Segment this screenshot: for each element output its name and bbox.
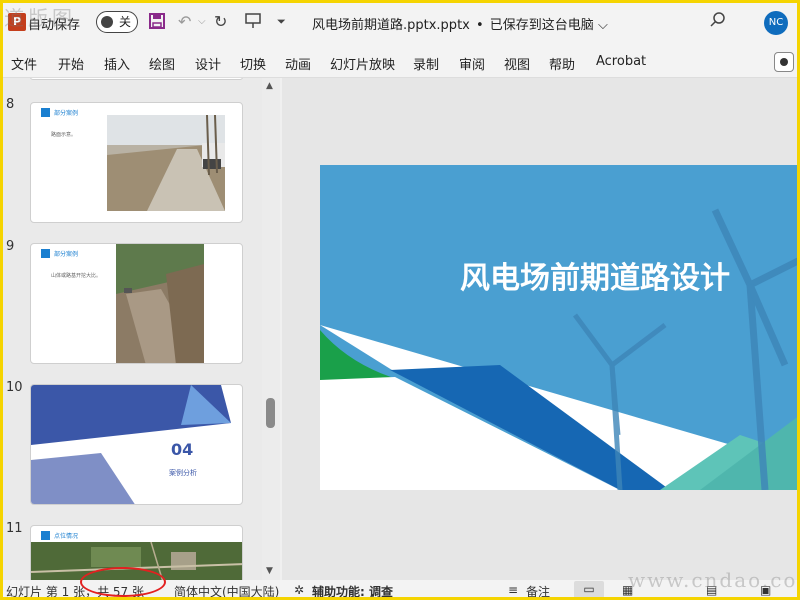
thumbnail-photo-slope <box>116 244 204 363</box>
document-title: 风电场前期道路.pptx.pptx <box>312 18 470 33</box>
thumbnail-section-graphic <box>31 385 231 504</box>
slide-number: 9 <box>6 239 15 254</box>
chevron-down-icon: ⌵ <box>593 18 608 33</box>
tab-record[interactable]: 录制 <box>413 54 439 73</box>
slide-number: 10 <box>6 380 23 395</box>
present-icon[interactable] <box>244 12 262 35</box>
save-icon[interactable] <box>148 12 166 35</box>
undo-dropdown-icon[interactable]: ⌵ <box>198 12 206 32</box>
section-subtitle: 案例分析 <box>169 469 197 477</box>
ribbon-tabs: 文件 开始 插入 绘图 设计 切换 动画 幻灯片放映 录制 审阅 视图 帮助 A… <box>0 46 800 78</box>
notes-button[interactable]: 备注 <box>526 583 550 600</box>
watermark-bottom: www.cndao.com <box>628 568 800 592</box>
tab-design[interactable]: 设计 <box>195 54 221 73</box>
language-indicator[interactable]: 简体中文(中国大陆) <box>174 583 279 600</box>
tab-acrobat[interactable]: Acrobat <box>596 54 646 69</box>
slide-title[interactable]: 风电场前期道路设计 <box>460 253 730 297</box>
thumbnail-section-label: 部分案例 <box>54 110 79 117</box>
thumbnail-photo-road <box>107 115 225 211</box>
title-bar: P 自动保存 关 ↶ ⌵ ↻ ⏷ 风电场前期道路.pptx.pptx • 已保存… <box>0 0 800 46</box>
thumbnail-text: 山体或路基开挖大比。 <box>51 273 102 279</box>
normal-view-icon[interactable]: ▭ <box>574 581 604 599</box>
slide-thumbnail-pane[interactable]: 8 部分案例 路面示意。 9 部分案例 山体或路基开挖大比。 10 04 案例分… <box>0 78 262 580</box>
record-icon[interactable] <box>774 52 794 72</box>
tab-draw[interactable]: 绘图 <box>149 54 175 73</box>
customize-toolbar-icon[interactable]: ⏷ <box>277 12 286 32</box>
undo-icon[interactable]: ↶ <box>178 12 191 32</box>
scroll-up-icon[interactable]: ▲ <box>266 81 273 91</box>
notes-icon: ≡ <box>508 583 519 597</box>
tab-slideshow[interactable]: 幻灯片放映 <box>330 54 395 73</box>
slide-number: 11 <box>6 521 23 536</box>
redo-icon[interactable]: ↻ <box>214 12 227 32</box>
thumbnail-previous-edge <box>30 78 243 80</box>
section-icon <box>41 531 50 540</box>
thumbnail-section-label: 点位情况 <box>54 533 79 540</box>
section-number: 04 <box>171 440 194 459</box>
slide-number: 8 <box>6 97 15 112</box>
tab-help[interactable]: 帮助 <box>549 54 575 73</box>
slide-thumbnail-8[interactable]: 部分案例 路面示意。 <box>30 102 243 223</box>
accessibility-status[interactable]: 辅助功能: 调查 <box>312 583 393 600</box>
tab-file[interactable]: 文件 <box>11 54 37 73</box>
tab-insert[interactable]: 插入 <box>104 54 130 73</box>
user-avatar[interactable]: NC <box>764 11 788 35</box>
thumbnail-text: 路面示意。 <box>51 132 77 138</box>
document-title-area[interactable]: 风电场前期道路.pptx.pptx • 已保存到这台电脑 ⌵ <box>312 14 608 33</box>
tab-review[interactable]: 审阅 <box>459 54 485 73</box>
search-icon[interactable] <box>710 12 726 32</box>
autosave-toggle[interactable]: 关 <box>96 11 138 33</box>
title-separator: • <box>471 18 488 33</box>
thumbnail-section-label: 部分案例 <box>54 251 79 258</box>
section-icon <box>41 249 50 258</box>
autosave-state: 关 <box>119 15 132 29</box>
highlight-annotation <box>80 567 166 597</box>
slide-background-graphic <box>320 165 800 490</box>
tab-transitions[interactable]: 切换 <box>240 54 266 73</box>
current-slide[interactable]: 风电场前期道路设计 <box>320 165 800 490</box>
thumbnail-scrollbar[interactable]: ▲ ▼ <box>262 78 280 580</box>
tab-animations[interactable]: 动画 <box>285 54 311 73</box>
accessibility-icon: ✲ <box>294 583 305 597</box>
tab-view[interactable]: 视图 <box>504 54 530 73</box>
slide-thumbnail-10[interactable]: 04 案例分析 <box>30 384 243 505</box>
slide-thumbnail-9[interactable]: 部分案例 山体或路基开挖大比。 <box>30 243 243 364</box>
saved-status: 已保存到这台电脑 <box>489 18 594 33</box>
watermark-top: 道版图 <box>4 6 76 30</box>
section-icon <box>41 108 50 117</box>
scroll-down-icon[interactable]: ▼ <box>266 566 273 576</box>
scroll-thumb[interactable] <box>266 398 275 428</box>
tab-home[interactable]: 开始 <box>58 54 84 73</box>
